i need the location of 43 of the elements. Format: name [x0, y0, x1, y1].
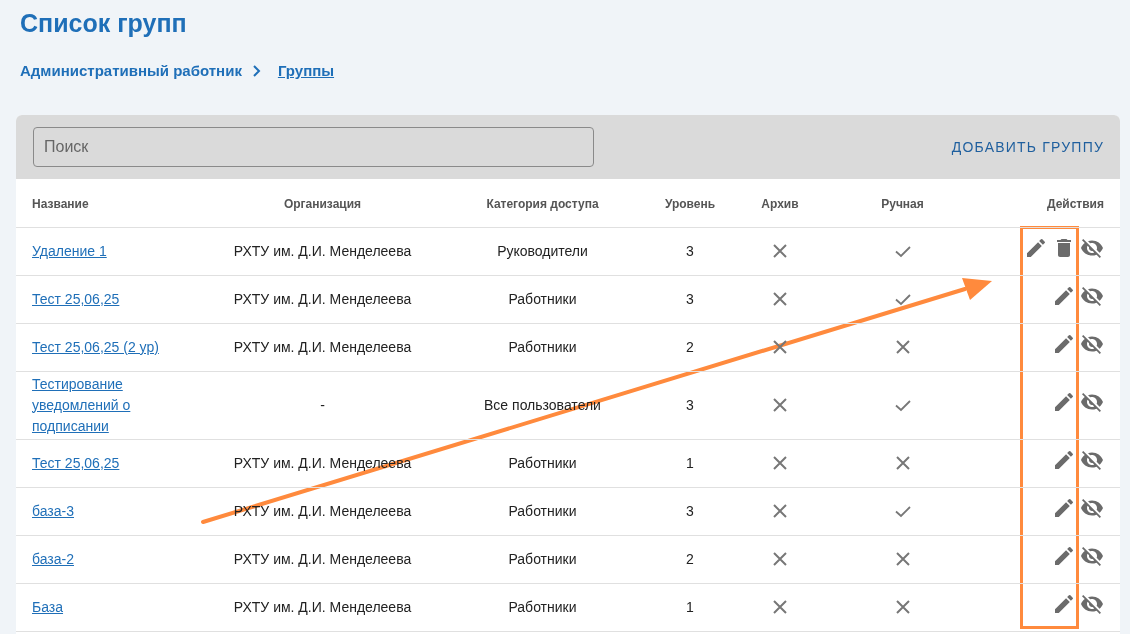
- column-header: Категория доступа: [486, 196, 599, 211]
- breadcrumb-link[interactable]: Группы: [277, 59, 335, 83]
- organization-cell: РХТУ им. Д.И. Менделеева: [233, 243, 412, 259]
- column-header: Ручная: [881, 196, 924, 211]
- group-name-link[interactable]: База: [32, 597, 64, 618]
- column-header: Действия: [1046, 196, 1104, 211]
- access-category-cell: Работники: [508, 455, 577, 471]
- access-category-cell: Работники: [508, 291, 577, 307]
- level-cell: 3: [686, 291, 694, 307]
- column-header: Уровень: [664, 196, 716, 211]
- group-name-link[interactable]: база-3: [32, 501, 74, 522]
- access-category-cell: Работники: [508, 551, 577, 567]
- group-name-link[interactable]: Тестирование уведомлений о подписании: [32, 373, 192, 437]
- level-cell: 3: [686, 503, 694, 519]
- group-name-link[interactable]: база-2: [32, 549, 74, 570]
- level-cell: 3: [686, 397, 694, 413]
- group-name-link[interactable]: Удаление 1: [32, 241, 107, 262]
- column-header: Название: [32, 196, 89, 211]
- level-cell: 2: [686, 551, 694, 567]
- group-name-link[interactable]: Тест 25,06,25 (2 ур): [32, 337, 159, 358]
- level-cell: 1: [686, 455, 694, 471]
- access-category-cell: Руководители: [497, 243, 588, 259]
- group-name-link[interactable]: Тест 25,06,25: [32, 289, 120, 310]
- group-name-link[interactable]: Тест 25,06,25: [32, 453, 120, 474]
- organization-cell: РХТУ им. Д.И. Менделеева: [233, 503, 412, 519]
- column-header: Организация: [283, 196, 362, 211]
- chevron-right-icon: [251, 64, 262, 78]
- level-cell: 2: [686, 339, 694, 355]
- level-cell: 3: [686, 243, 694, 259]
- column-header: Архив: [761, 196, 799, 211]
- organization-cell: РХТУ им. Д.И. Менделеева: [233, 339, 412, 355]
- organization-cell: РХТУ им. Д.И. Менделеева: [233, 551, 412, 567]
- access-category-cell: Работники: [508, 599, 577, 615]
- search-field[interactable]: Поиск: [33, 127, 594, 167]
- organization-cell: РХТУ им. Д.И. Менделеева: [233, 291, 412, 307]
- access-category-cell: Работники: [508, 339, 577, 355]
- breadcrumb-link[interactable]: Административный работник: [20, 59, 242, 83]
- add-group-button[interactable]: ДОБАВИТЬ ГРУППУ: [951, 130, 1104, 164]
- organization-cell: -: [320, 397, 325, 413]
- access-category-cell: Работники: [508, 503, 577, 519]
- page-title: Список групп: [20, 8, 188, 38]
- level-cell: 1: [686, 599, 694, 615]
- organization-cell: РХТУ им. Д.И. Менделеева: [233, 599, 412, 615]
